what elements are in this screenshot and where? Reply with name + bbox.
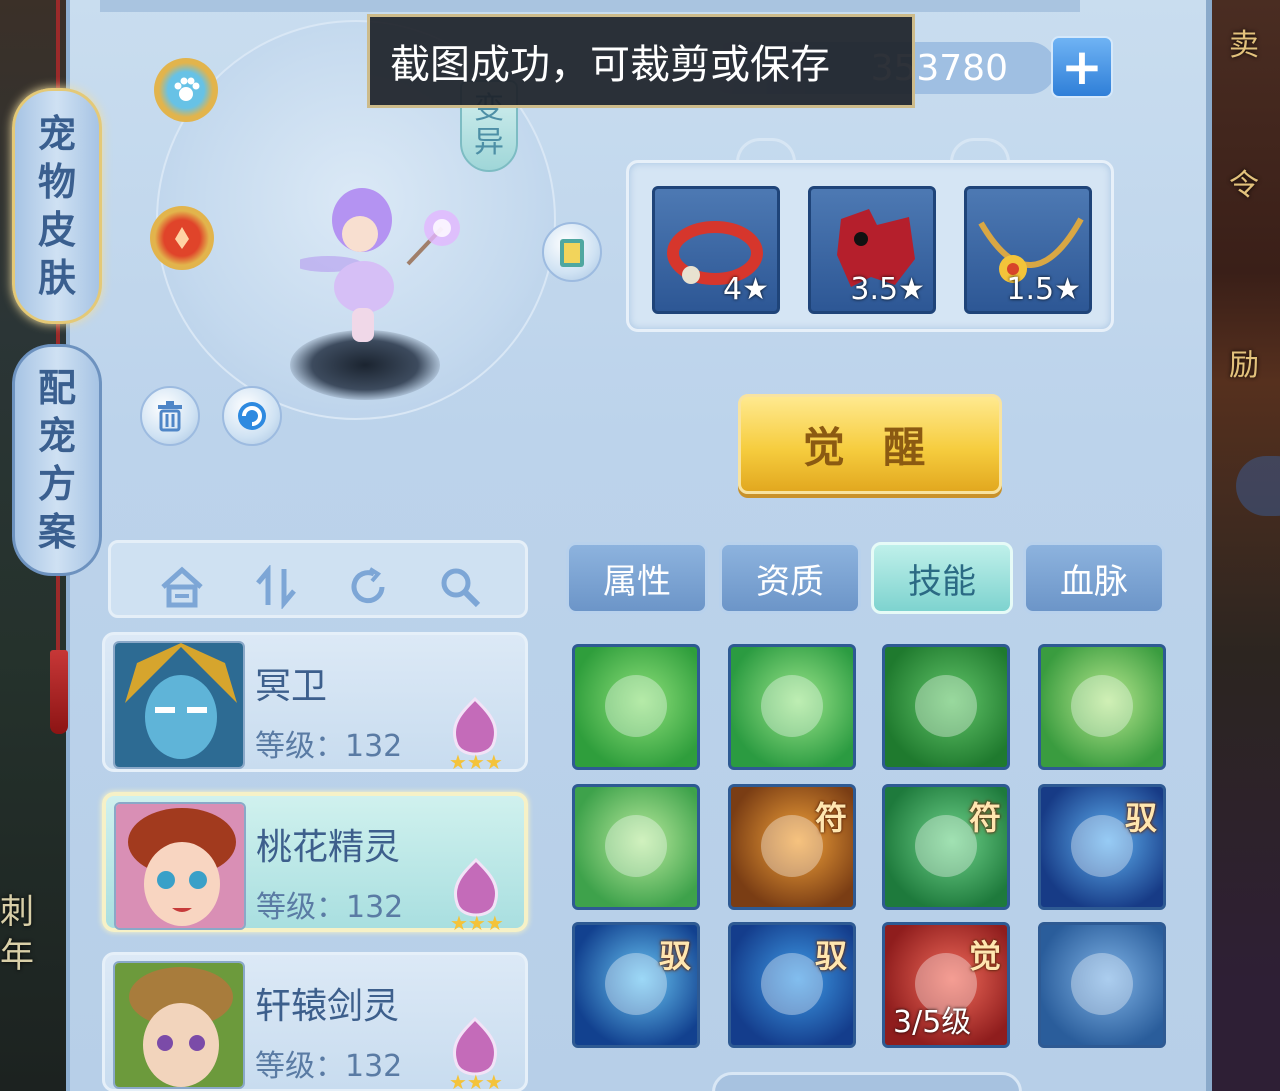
badge-char: 异 bbox=[474, 125, 504, 160]
game-background-right: 卖 令 励 bbox=[1208, 0, 1280, 1091]
fire-medal-icon[interactable] bbox=[150, 206, 214, 270]
pet-level: 等级：132 bbox=[255, 729, 403, 764]
pet-grade-badge-icon: ★★★ bbox=[441, 695, 509, 774]
skill-tag: 符 bbox=[814, 799, 847, 837]
pet-list-item[interactable]: 桃花精灵 等级：132 ★★★ bbox=[102, 792, 528, 935]
pet-level: 等级：132 bbox=[256, 890, 404, 925]
pet-list-item[interactable]: 冥卫 等级：132 ★★★ bbox=[102, 632, 528, 774]
tab-aptitude[interactable]: 资质 bbox=[719, 542, 861, 614]
book-icon[interactable] bbox=[542, 222, 602, 282]
swirl-icon[interactable] bbox=[222, 386, 282, 446]
figure-burst-icon bbox=[1071, 815, 1133, 877]
lizard-icon bbox=[915, 675, 977, 737]
add-currency-button[interactable]: + bbox=[1051, 36, 1113, 98]
skill-slot[interactable]: 驭 bbox=[1038, 784, 1166, 910]
refresh-icon[interactable] bbox=[341, 565, 395, 609]
side-tab-pet-plan[interactable]: 配 宠 方 案 bbox=[12, 344, 102, 576]
equip-stars: 4★ bbox=[723, 272, 769, 307]
equip-slot-armor[interactable]: 3.5★ bbox=[808, 186, 936, 314]
paw-medal-icon[interactable] bbox=[154, 58, 218, 122]
tab-char: 肤 bbox=[37, 255, 76, 300]
awaken-button[interactable]: 觉 醒 bbox=[738, 394, 1002, 494]
pet-avatar bbox=[114, 802, 246, 930]
bottom-tab[interactable] bbox=[712, 1072, 1022, 1091]
pet-grade-badge-icon: ★★★ bbox=[442, 856, 510, 935]
tab-char: 案 bbox=[37, 509, 76, 554]
svg-text:★★★: ★★★ bbox=[450, 911, 504, 932]
right-side-text: 卖 bbox=[1229, 28, 1259, 63]
search-icon[interactable] bbox=[433, 565, 487, 609]
svg-text:★★★: ★★★ bbox=[449, 750, 503, 771]
tab-char: 宠 bbox=[37, 413, 76, 458]
pet-name: 轩辕剑灵 bbox=[255, 986, 400, 1027]
screenshot-toast: 截图成功，可裁剪或保存 bbox=[367, 14, 915, 108]
skill-level: 3/5级 bbox=[893, 1005, 972, 1040]
skill-slot[interactable] bbox=[882, 644, 1010, 770]
equip-slot-ring[interactable]: 4★ bbox=[652, 186, 780, 314]
pet-name: 冥卫 bbox=[255, 666, 328, 707]
skill-tag: 驭 bbox=[658, 937, 691, 975]
tab-char: 方 bbox=[37, 461, 76, 506]
heart-wings-icon bbox=[761, 675, 823, 737]
pet-avatar bbox=[113, 961, 245, 1089]
tab-char: 物 bbox=[37, 159, 76, 204]
equip-stars: 1.5★ bbox=[1006, 272, 1081, 307]
skill-book-icon bbox=[1071, 953, 1133, 1015]
sort-icon[interactable] bbox=[249, 565, 303, 609]
trash-icon[interactable] bbox=[140, 386, 200, 446]
skill-slot[interactable] bbox=[1038, 644, 1166, 770]
shield-swirl-icon bbox=[915, 815, 977, 877]
skill-slot[interactable]: 驭 bbox=[728, 922, 856, 1048]
svg-text:★★★: ★★★ bbox=[449, 1070, 503, 1091]
rope bbox=[56, 0, 60, 90]
skill-slot[interactable] bbox=[1038, 922, 1166, 1048]
wings-icon bbox=[605, 675, 667, 737]
tab-char: 宠 bbox=[37, 111, 76, 156]
pet-list-toolbar bbox=[108, 540, 528, 618]
pet-grade-badge-icon: ★★★ bbox=[441, 1015, 509, 1091]
pet-list-item[interactable]: 轩辕剑灵 等级：132 ★★★ bbox=[102, 952, 528, 1091]
pet-level: 等级：132 bbox=[255, 1049, 403, 1084]
shield-blue-icon bbox=[605, 953, 667, 1015]
skill-slot[interactable]: 符 bbox=[728, 784, 856, 910]
right-side-text: 令 bbox=[1229, 168, 1259, 203]
skill-slot[interactable] bbox=[572, 784, 700, 910]
skill-tag: 驭 bbox=[814, 937, 847, 975]
skill-slot[interactable]: 符 bbox=[882, 784, 1010, 910]
top-header-strip bbox=[100, 0, 1080, 12]
skill-slot[interactable]: 觉 3/5级 bbox=[882, 922, 1010, 1048]
tab-char: 皮 bbox=[37, 207, 76, 252]
equip-stars: 3.5★ bbox=[850, 272, 925, 307]
rope bbox=[56, 570, 60, 660]
right-side-text: 励 bbox=[1229, 348, 1259, 383]
skill-slot[interactable]: 驭 bbox=[572, 922, 700, 1048]
fire-palm-icon bbox=[1071, 675, 1133, 737]
skill-slot[interactable] bbox=[572, 644, 700, 770]
pet-model[interactable] bbox=[294, 172, 470, 352]
home-icon[interactable] bbox=[155, 565, 209, 609]
pet-name: 桃花精灵 bbox=[256, 827, 401, 868]
skill-tag: 觉 bbox=[968, 937, 1001, 975]
tab-bloodline[interactable]: 血脉 bbox=[1023, 542, 1165, 614]
tab-char: 配 bbox=[37, 365, 76, 410]
figure-glow-icon bbox=[761, 815, 823, 877]
tab-skills[interactable]: 技能 bbox=[871, 542, 1013, 614]
tassel-decoration bbox=[50, 650, 68, 734]
right-arrow-button[interactable] bbox=[1236, 456, 1280, 516]
tab-attributes[interactable]: 属性 bbox=[566, 542, 708, 614]
skill-slot[interactable] bbox=[728, 644, 856, 770]
skill-tag: 符 bbox=[968, 799, 1001, 837]
side-tab-pet-skin[interactable]: 宠 物 皮 肤 bbox=[12, 88, 102, 324]
skill-tag: 驭 bbox=[1124, 799, 1157, 837]
pet-avatar bbox=[113, 641, 245, 769]
swirl-shield-icon bbox=[761, 953, 823, 1015]
equip-slot-necklace[interactable]: 1.5★ bbox=[964, 186, 1092, 314]
water-palm-icon bbox=[605, 815, 667, 877]
